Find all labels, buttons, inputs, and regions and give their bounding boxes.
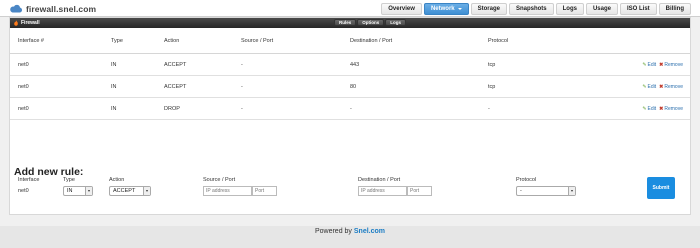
cell-source: - bbox=[241, 61, 243, 68]
panel-subtabs: Rules Options Logs bbox=[334, 19, 407, 26]
remove-link[interactable]: ✖ Remove bbox=[659, 84, 683, 90]
table-row: net0 IN DROP - - - ✎ Edit ✖ Remove bbox=[10, 98, 690, 120]
footer-link[interactable]: Snel.com bbox=[354, 228, 385, 235]
subtab-logs[interactable]: Logs bbox=[385, 19, 407, 26]
tab-storage[interactable]: Storage bbox=[470, 3, 507, 15]
cell-interface: net0 bbox=[18, 105, 29, 112]
cell-protocol: tcp bbox=[488, 83, 496, 90]
edit-link[interactable]: ✎ Edit bbox=[642, 62, 656, 68]
edit-link[interactable]: ✎ Edit bbox=[642, 106, 656, 112]
cell-source: - bbox=[241, 83, 243, 90]
header-source: Source / Port bbox=[241, 37, 274, 44]
cell-action: ACCEPT bbox=[164, 61, 187, 68]
footer-prefix: Powered by bbox=[314, 228, 354, 235]
panel-title: Firewall bbox=[13, 18, 40, 28]
label-interface: Interface bbox=[18, 177, 40, 183]
cell-protocol: tcp bbox=[488, 61, 496, 68]
cell-interface: net0 bbox=[18, 83, 29, 90]
cell-action: DROP bbox=[164, 105, 180, 112]
cell-protocol: - bbox=[488, 105, 490, 112]
row-actions: ✎ Edit ✖ Remove bbox=[642, 98, 683, 119]
chevron-down-icon bbox=[143, 187, 150, 195]
brand[interactable]: firewall.snel.com bbox=[9, 3, 96, 14]
chevron-down-icon bbox=[568, 187, 575, 195]
tab-usage[interactable]: Usage bbox=[585, 3, 618, 15]
tab-snapshots[interactable]: Snapshots bbox=[508, 3, 554, 15]
cell-destination: 443 bbox=[350, 61, 360, 68]
cell-type: IN bbox=[111, 105, 117, 112]
pencil-icon: ✎ bbox=[642, 83, 647, 90]
table-row: net0 IN ACCEPT - 80 tcp ✎ Edit ✖ Remove bbox=[10, 76, 690, 98]
cell-type: IN bbox=[111, 61, 117, 68]
source-port-input[interactable]: Port bbox=[252, 186, 277, 196]
close-icon: ✖ bbox=[659, 61, 664, 68]
cell-action: ACCEPT bbox=[164, 83, 187, 90]
submit-button[interactable]: Submit bbox=[647, 177, 675, 199]
tab-billing[interactable]: Billing bbox=[658, 3, 691, 15]
footer: Powered by Snel.com bbox=[0, 228, 700, 235]
action-select[interactable]: ACCEPT bbox=[109, 186, 151, 196]
brand-title: firewall.snel.com bbox=[26, 3, 97, 14]
row-actions: ✎ Edit ✖ Remove bbox=[642, 54, 683, 75]
destination-ip-input[interactable]: IP address bbox=[358, 186, 407, 196]
table-header-row: Interface # Type Action Source / Port De… bbox=[10, 28, 690, 54]
table-row: net0 IN ACCEPT - 443 tcp ✎ Edit ✖ Remove bbox=[10, 54, 690, 76]
rules-table: Interface # Type Action Source / Port De… bbox=[10, 28, 690, 120]
close-icon: ✖ bbox=[659, 83, 664, 90]
cell-destination: 80 bbox=[350, 83, 357, 90]
protocol-select[interactable]: - bbox=[516, 186, 576, 196]
header-destination: Destination / Port bbox=[350, 37, 393, 44]
main-nav: Overview Network Storage Snapshots Logs … bbox=[381, 3, 691, 15]
label-action: Action bbox=[109, 177, 125, 183]
tab-overview[interactable]: Overview bbox=[381, 3, 422, 15]
remove-link[interactable]: ✖ Remove bbox=[659, 106, 683, 112]
panel-header: Firewall Rules Options Logs bbox=[10, 18, 690, 28]
pencil-icon: ✎ bbox=[642, 61, 647, 68]
header-interface: Interface # bbox=[18, 37, 44, 44]
tab-network[interactable]: Network bbox=[423, 3, 469, 15]
header-protocol: Protocol bbox=[488, 37, 509, 44]
tab-iso-list[interactable]: ISO List bbox=[619, 3, 657, 15]
cell-destination: - bbox=[350, 105, 352, 112]
interface-value: net0 bbox=[18, 188, 29, 194]
label-protocol: Protocol bbox=[516, 177, 537, 183]
cell-type: IN bbox=[111, 83, 117, 90]
source-ip-input[interactable]: IP address bbox=[203, 186, 252, 196]
header-type: Type bbox=[111, 37, 123, 44]
edit-link[interactable]: ✎ Edit bbox=[642, 84, 656, 90]
row-actions: ✎ Edit ✖ Remove bbox=[642, 76, 683, 97]
close-icon: ✖ bbox=[659, 105, 664, 112]
type-select[interactable]: IN bbox=[63, 186, 93, 196]
pencil-icon: ✎ bbox=[642, 105, 647, 112]
panel-title-text: Firewall bbox=[21, 20, 40, 26]
cell-interface: net0 bbox=[18, 61, 29, 68]
cell-source: - bbox=[241, 105, 243, 112]
header-action: Action bbox=[164, 37, 180, 44]
subtab-rules[interactable]: Rules bbox=[334, 19, 357, 26]
destination-port-input[interactable]: Port bbox=[407, 186, 432, 196]
chevron-down-icon bbox=[85, 187, 92, 195]
firewall-panel: Firewall Rules Options Logs Interface # … bbox=[9, 17, 691, 215]
add-rule-form: Interface net0 Type IN Action ACCEPT Sou… bbox=[10, 176, 690, 214]
subtab-options[interactable]: Options bbox=[357, 19, 385, 26]
label-type: Type bbox=[63, 177, 75, 183]
remove-link[interactable]: ✖ Remove bbox=[659, 62, 683, 68]
label-destination: Destination / Port bbox=[358, 177, 401, 183]
label-source: Source / Port bbox=[203, 177, 236, 183]
top-bar: firewall.snel.com Overview Network Stora… bbox=[0, 0, 700, 17]
tab-logs[interactable]: Logs bbox=[555, 3, 584, 15]
firewall-icon bbox=[14, 20, 18, 26]
cloud-icon bbox=[9, 4, 23, 13]
caret-down-icon bbox=[457, 8, 462, 10]
